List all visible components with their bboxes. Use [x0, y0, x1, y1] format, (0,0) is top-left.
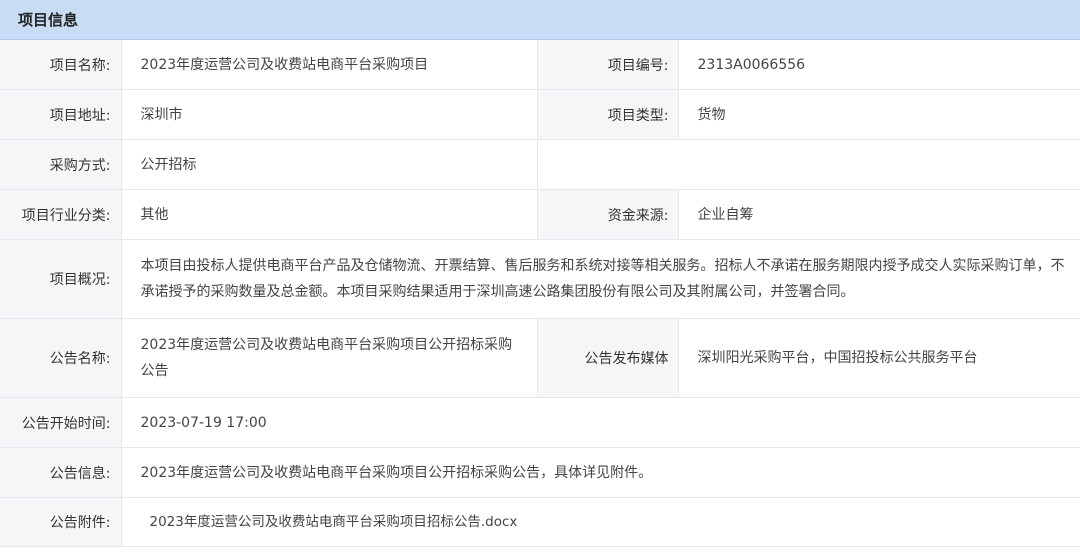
row-project-name: 项目名称: 2023年度运营公司及收费站电商平台采购项目 项目编号: 2313A… — [0, 40, 1080, 90]
procurement-method-label: 采购方式: — [0, 139, 122, 190]
row-procurement-method: 采购方式: 公开招标 — [0, 139, 1080, 190]
row-notice-name: 公告名称: 2023年度运营公司及收费站电商平台采购项目公开招标采购公告 公告发… — [0, 318, 1080, 398]
notice-media-value: 深圳阳光采购平台，中国招投标公共服务平台 — [678, 318, 1080, 398]
procurement-method-value: 公开招标 — [121, 139, 537, 190]
empty-cell — [536, 139, 1080, 190]
project-address-label: 项目地址: — [0, 89, 122, 140]
row-attachment: 公告附件: 2023年度运营公司及收费站电商平台采购项目招标公告.docx — [0, 497, 1080, 547]
overview-label: 项目概况: — [0, 239, 122, 319]
notice-start-label: 公告开始时间: — [0, 397, 122, 448]
section-header: 项目信息 — [0, 0, 1080, 40]
notice-start-value: 2023-07-19 17:00 — [121, 397, 1080, 448]
row-project-address: 项目地址: 深圳市 项目类型: 货物 — [0, 89, 1080, 140]
project-number-value: 2313A0066556 — [678, 40, 1080, 90]
funding-source-value: 企业自筹 — [678, 189, 1080, 240]
row-overview: 项目概况: 本项目由投标人提供电商平台产品及仓储物流、开票结算、售后服务和系统对… — [0, 239, 1080, 319]
funding-source-label: 资金来源: — [536, 189, 679, 240]
attachment-link[interactable]: 2023年度运营公司及收费站电商平台采购项目招标公告.docx — [141, 514, 518, 530]
project-name-label: 项目名称: — [0, 40, 122, 90]
industry-value: 其他 — [121, 189, 537, 240]
attachment-cell: 2023年度运营公司及收费站电商平台采购项目招标公告.docx — [121, 497, 1080, 547]
project-type-value: 货物 — [678, 89, 1080, 140]
project-type-label: 项目类型: — [536, 89, 679, 140]
row-notice-start: 公告开始时间: 2023-07-19 17:00 — [0, 397, 1080, 448]
row-industry: 项目行业分类: 其他 资金来源: 企业自筹 — [0, 189, 1080, 240]
industry-label: 项目行业分类: — [0, 189, 122, 240]
project-info-table: 项目名称: 2023年度运营公司及收费站电商平台采购项目 项目编号: 2313A… — [0, 40, 1080, 547]
notice-info-label: 公告信息: — [0, 447, 122, 498]
project-name-value: 2023年度运营公司及收费站电商平台采购项目 — [121, 40, 537, 90]
notice-info-value: 2023年度运营公司及收费站电商平台采购项目公开招标采购公告，具体详见附件。 — [121, 447, 1080, 498]
project-number-label: 项目编号: — [536, 40, 679, 90]
attachment-label: 公告附件: — [0, 497, 122, 547]
notice-name-label: 公告名称: — [0, 318, 122, 398]
row-notice-info: 公告信息: 2023年度运营公司及收费站电商平台采购项目公开招标采购公告，具体详… — [0, 447, 1080, 498]
overview-value: 本项目由投标人提供电商平台产品及仓储物流、开票结算、售后服务和系统对接等相关服务… — [121, 239, 1080, 319]
notice-name-value: 2023年度运营公司及收费站电商平台采购项目公开招标采购公告 — [121, 318, 537, 398]
project-address-value: 深圳市 — [121, 89, 537, 140]
notice-media-label: 公告发布媒体 — [536, 318, 679, 398]
section-title: 项目信息 — [18, 11, 79, 29]
